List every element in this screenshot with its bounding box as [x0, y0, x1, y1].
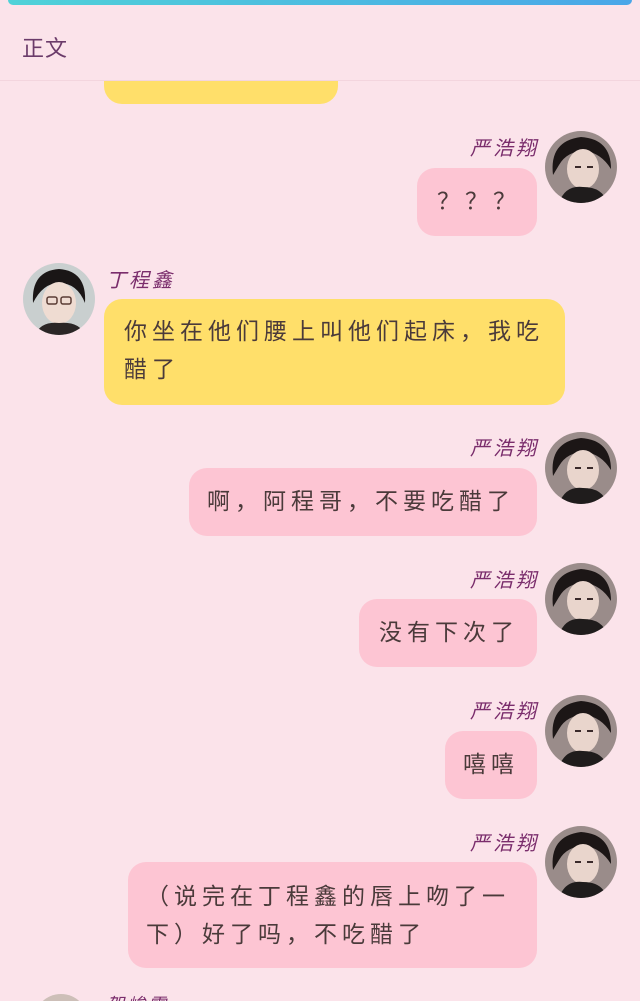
page-header: 正文 — [0, 5, 640, 81]
sender-name-partial: 贺峻霖 — [106, 991, 169, 1001]
avatar-portrait-icon — [545, 695, 617, 767]
avatar-portrait-icon — [545, 563, 617, 635]
avatar-yan[interactable] — [545, 131, 617, 203]
avatar-yan[interactable] — [545, 563, 617, 635]
sender-name: 严浩翔 — [470, 436, 539, 460]
sender-name: 丁程鑫 — [106, 268, 175, 292]
avatar-portrait-icon — [545, 432, 617, 504]
avatar-ding[interactable] — [23, 263, 95, 335]
avatar-yan[interactable] — [545, 695, 617, 767]
avatar-portrait-icon — [545, 131, 617, 203]
sender-name: 严浩翔 — [470, 568, 539, 592]
avatar-partial[interactable] — [34, 994, 88, 1001]
sender-name: 严浩翔 — [470, 699, 539, 723]
message-bubble: 没有下次了 — [359, 599, 537, 667]
message-bubble: ？？？ — [417, 168, 537, 236]
avatar-yan[interactable] — [545, 432, 617, 504]
page-title: 正文 — [22, 37, 69, 62]
avatar-yan[interactable] — [545, 826, 617, 898]
chat-thread[interactable]: 严浩翔 ？？？ 丁程鑫 你坐在他们腰上叫他们起床，我吃醋了 严浩翔 啊，阿程哥，… — [0, 0, 640, 1001]
sender-name: 严浩翔 — [470, 136, 539, 160]
avatar-portrait-icon — [23, 263, 95, 335]
avatar-portrait-icon — [545, 826, 617, 898]
sender-name: 严浩翔 — [470, 831, 539, 855]
message-bubble: （说完在丁程鑫的唇上吻了一下）好了吗，不吃醋了 — [128, 862, 537, 968]
message-bubble: 你坐在他们腰上叫他们起床，我吃醋了 — [104, 299, 565, 405]
message-bubble: 嘻嘻 — [445, 731, 537, 799]
message-bubble: 啊，阿程哥，不要吃醋了 — [189, 468, 537, 536]
